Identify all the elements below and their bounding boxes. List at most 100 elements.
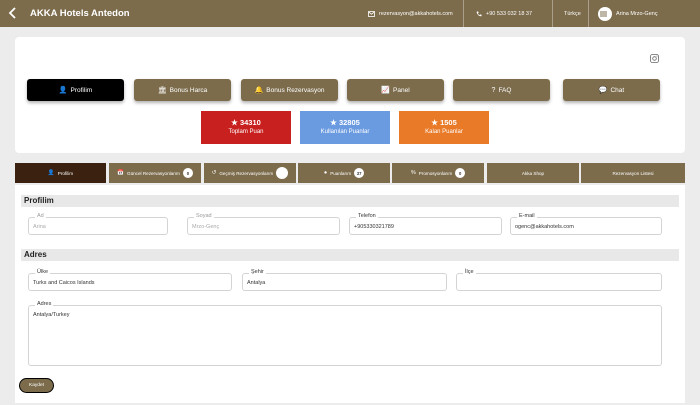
remaining-points-label: Kalan Puanlar — [425, 129, 463, 135]
tab-reservation-list-label: Rezervasyon Listesi — [612, 170, 654, 176]
chat-icon: 💬 — [598, 87, 608, 94]
question-icon: ? — [491, 86, 496, 94]
app-title: AKKA Hotels Antedon — [30, 8, 130, 19]
address-section-title: Adres — [21, 249, 679, 261]
user-icon: 👤 — [58, 87, 68, 94]
language-selector[interactable]: Türkçe — [564, 0, 581, 27]
contact-email[interactable]: rezervasyon@akkahotels.com — [368, 0, 453, 27]
total-points-card: ★ 34310 Toplam Puan — [201, 111, 291, 144]
bonus-reservation-label: Bonus Rezervasyon — [266, 86, 325, 94]
used-points-number: 32805 — [338, 118, 360, 127]
profile-section-title: Profilim — [21, 195, 679, 207]
user-name: Arina Mrzo-Genç — [616, 10, 658, 17]
used-points-card: ★ 32805 Kullanılan Puanlar — [300, 111, 390, 144]
bell-icon: 🔔 — [254, 87, 264, 94]
language-text: Türkçe — [564, 10, 581, 17]
total-points-label: Toplam Puan — [228, 129, 264, 135]
address-value: Antalya/Turkey — [33, 312, 70, 318]
divider — [463, 0, 464, 27]
first-name-field[interactable]: Ad Arina — [28, 213, 168, 235]
map-pin-icon: ● — [323, 170, 328, 176]
faq-label: FAQ — [498, 86, 512, 94]
faq-button[interactable]: ? FAQ — [453, 79, 550, 101]
top-bar: AKKA Hotels Antedon rezervasyon@akkahote… — [0, 0, 700, 27]
tab-profile[interactable]: 👤 Profilim — [15, 163, 106, 183]
divider — [588, 0, 589, 27]
tab-akka-shop[interactable]: Akka Shop — [487, 163, 579, 183]
tab-past-reservations[interactable]: ↺ Geçmiş Rezervasyonlarım — [204, 163, 296, 183]
panel-button[interactable]: 📈 Panel — [347, 79, 444, 101]
last-name-field[interactable]: Soyad Mrzo-Genç — [187, 213, 340, 235]
chat-button[interactable]: 💬 Chat — [563, 79, 660, 101]
mail-icon — [368, 10, 375, 17]
profile-form: Profilim Ad Arina Soyad Mrzo-Genç Telefo… — [15, 185, 685, 403]
total-points-number: 34310 — [239, 118, 261, 127]
tab-points[interactable]: ● Puanlarım 37 — [298, 163, 390, 183]
tab-reservation-list[interactable]: Rezervasyon Listesi — [581, 163, 685, 183]
spend-bonus-button[interactable]: 🏛 Bonus Harca — [134, 79, 231, 101]
country-value: Turks and Caicos Islands — [33, 280, 95, 286]
panel-label: Panel — [393, 86, 410, 94]
profile-card: 👤 Profilim 🏛 Bonus Harca 🔔 Bonus Rezervasyo… — [15, 37, 685, 153]
tab-current-reservations-label: Güncel Rezervasyonlarım — [127, 170, 180, 176]
phone-field[interactable]: Telefon +905330321789 — [349, 213, 502, 235]
profile-button[interactable]: 👤 Profilim — [27, 79, 124, 101]
profile-tabs: 👤 Profilim 📅 Güncel Rezervasyonlarım 0 ↺ Geç… — [15, 163, 685, 183]
email-value: ogenc@akkahotels.com — [515, 224, 574, 230]
country-label: Ülke — [35, 269, 51, 275]
address-label: Adres — [35, 301, 54, 307]
phone-label: Telefon — [356, 213, 378, 219]
email-field[interactable]: E-mail ogenc@akkahotels.com — [510, 213, 662, 235]
last-name-value: Mrzo-Genç — [192, 224, 220, 230]
district-label: İlçe — [463, 269, 476, 275]
instagram-icon[interactable] — [650, 54, 659, 63]
save-button[interactable]: Kaydet — [19, 378, 54, 393]
total-points-value: ★ 34310 — [231, 118, 261, 127]
remaining-points-value: ★ 1505 — [431, 118, 457, 127]
chat-label: Chat — [610, 86, 625, 94]
address-textarea[interactable]: Adres Antalya/Turkey — [28, 301, 662, 366]
tab-promotions[interactable]: % Promosyonlarım 0 — [392, 163, 484, 183]
count-badge — [276, 167, 289, 179]
chart-icon: 📈 — [381, 87, 391, 94]
spend-bonus-label: Bonus Harca — [169, 86, 208, 94]
percent-icon: % — [410, 170, 416, 176]
user-icon: 👤 — [47, 170, 55, 176]
used-points-value: ★ 32805 — [330, 118, 360, 127]
phone-value: +905330321789 — [354, 224, 394, 230]
city-label: Şehir — [249, 269, 266, 275]
menu-icon — [598, 6, 612, 21]
city-field[interactable]: Şehir Antalya — [242, 269, 447, 291]
used-points-label: Kullanılan Puanlar — [320, 129, 370, 135]
divider — [552, 0, 553, 27]
bonus-reservation-button[interactable]: 🔔 Bonus Rezervasyon — [241, 79, 338, 101]
tab-points-label: Puanlarım — [330, 170, 352, 176]
email-label: E-mail — [517, 213, 537, 219]
user-menu[interactable]: Arina Mrzo-Genç — [598, 0, 658, 27]
profile-button-label: Profilim — [70, 86, 93, 94]
tab-promotions-label: Promosyonlarım — [418, 170, 453, 176]
tab-profile-label: Profilim — [57, 170, 74, 176]
count-badge: 0 — [455, 168, 466, 178]
back-icon[interactable] — [6, 6, 20, 20]
district-field[interactable]: İlçe — [456, 269, 662, 291]
phone-text: +90 533 032 18 37 — [486, 10, 533, 17]
hotel-icon: 🏛 — [157, 87, 167, 94]
tab-past-reservations-label: Geçmiş Rezervasyonlarım — [219, 170, 274, 176]
phone-icon — [476, 11, 482, 16]
first-name-label: Ad — [35, 213, 46, 219]
remaining-points-number: 1505 — [440, 118, 457, 127]
contact-phone[interactable]: +90 533 032 18 37 — [476, 0, 532, 27]
country-field[interactable]: Ülke Turks and Caicos Islands — [28, 269, 232, 291]
remaining-points-card: ★ 1505 Kalan Puanlar — [399, 111, 489, 144]
first-name-value: Arina — [33, 224, 46, 230]
count-badge: 37 — [354, 168, 365, 178]
calendar-icon: 📅 — [117, 170, 124, 176]
count-badge: 0 — [182, 168, 193, 178]
city-value: Antalya — [247, 280, 266, 286]
history-icon: ↺ — [211, 170, 217, 176]
email-text: rezervasyon@akkahotels.com — [379, 10, 453, 17]
last-name-label: Soyad — [194, 213, 214, 219]
tab-akka-shop-label: Akka Shop — [521, 170, 545, 176]
tab-current-reservations[interactable]: 📅 Güncel Rezervasyonlarım 0 — [109, 163, 201, 183]
